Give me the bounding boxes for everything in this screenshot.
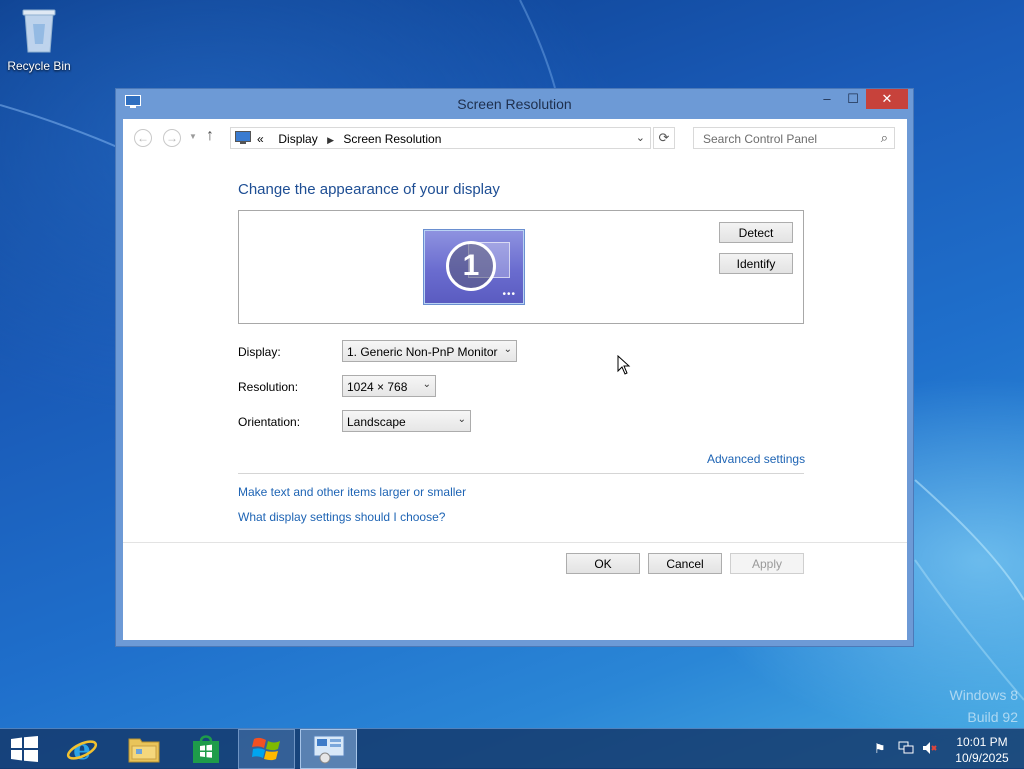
start-icon bbox=[11, 736, 38, 762]
monitor-dots-icon: ••• bbox=[502, 289, 516, 300]
ok-button[interactable]: OK bbox=[566, 553, 640, 574]
title-bar[interactable]: Screen Resolution – ☐ ✕ bbox=[116, 89, 913, 119]
start-button[interactable] bbox=[0, 729, 50, 769]
minimize-icon: – bbox=[823, 91, 831, 106]
breadcrumb-screen-resolution[interactable]: Screen Resolution bbox=[343, 132, 441, 146]
chevron-down-icon: ⌄ bbox=[503, 344, 512, 355]
control-panel-icon bbox=[235, 131, 251, 148]
identify-button[interactable]: Identify bbox=[719, 253, 793, 274]
clock-time: 10:01 PM bbox=[956, 735, 1008, 749]
address-dropdown-icon[interactable]: ⌄ bbox=[636, 131, 645, 144]
taskbar-internet-explorer[interactable]: e bbox=[56, 729, 108, 769]
chevron-down-icon: ⌄ bbox=[422, 379, 431, 390]
taskbar-control-panel[interactable] bbox=[300, 729, 357, 769]
display-select-value: 1. Generic Non-PnP Monitor bbox=[347, 345, 498, 359]
recycle-bin-label: Recycle Bin bbox=[7, 59, 71, 73]
content-divider bbox=[238, 473, 804, 474]
monitor-1-tile[interactable]: 1 ••• bbox=[423, 229, 525, 305]
clock-date: 10/9/2025 bbox=[955, 751, 1009, 765]
close-button[interactable]: ✕ bbox=[866, 89, 908, 109]
monitor-arrangement-panel: 1 ••• Detect Identify bbox=[238, 210, 804, 324]
taskbar-file-explorer[interactable] bbox=[118, 729, 170, 769]
close-icon: ✕ bbox=[881, 91, 893, 106]
page-title: Change the appearance of your display bbox=[238, 181, 500, 198]
display-select[interactable]: 1. Generic Non-PnP Monitor ⌄ bbox=[342, 340, 517, 362]
footer-divider bbox=[123, 542, 907, 543]
navigation-bar: ← → ▼ ↑ « Display ▶ Screen Resolution ⌄ … bbox=[123, 119, 907, 156]
back-arrow-icon: ← bbox=[137, 131, 149, 145]
breadcrumb-display[interactable]: Display bbox=[278, 132, 317, 146]
internet-explorer-icon: e bbox=[66, 733, 98, 765]
forward-arrow-icon: → bbox=[166, 131, 178, 145]
windows-7-icon bbox=[252, 737, 280, 761]
apply-button[interactable]: Apply bbox=[730, 553, 804, 574]
recent-pages-dropdown[interactable]: ▼ bbox=[189, 132, 197, 141]
display-help-link[interactable]: What display settings should I choose? bbox=[238, 510, 445, 524]
os-watermark: Windows 8 Build 92 bbox=[950, 684, 1018, 728]
cancel-button[interactable]: Cancel bbox=[648, 553, 722, 574]
taskbar: e ⚑ 10:01 PM 10/9/2025 bbox=[0, 728, 1024, 769]
advanced-settings-link[interactable]: Advanced settings bbox=[707, 452, 805, 466]
chevron-down-icon: ▼ bbox=[189, 132, 197, 141]
display-label: Display: bbox=[238, 345, 281, 359]
maximize-button[interactable]: ☐ bbox=[840, 89, 866, 109]
action-center-flag-icon[interactable]: ⚑ bbox=[874, 741, 886, 757]
mouse-cursor-icon bbox=[617, 355, 631, 375]
breadcrumb-overflow[interactable]: « bbox=[257, 132, 264, 146]
minimize-button[interactable]: – bbox=[814, 89, 840, 109]
taskbar-windows-7[interactable] bbox=[238, 729, 295, 769]
search-input[interactable] bbox=[701, 129, 875, 149]
system-clock[interactable]: 10:01 PM 10/9/2025 bbox=[948, 734, 1016, 766]
text-size-link[interactable]: Make text and other items larger or smal… bbox=[238, 485, 466, 499]
recycle-bin-shortcut[interactable]: Recycle Bin bbox=[4, 6, 74, 73]
watermark-line-2: Build 92 bbox=[967, 709, 1018, 725]
breadcrumb-separator-icon[interactable]: ▶ bbox=[321, 135, 340, 145]
orientation-label: Orientation: bbox=[238, 415, 301, 429]
refresh-button[interactable]: ⟳ bbox=[653, 127, 675, 149]
forward-button[interactable]: → bbox=[163, 129, 181, 147]
store-icon bbox=[193, 735, 219, 763]
resolution-select[interactable]: 1024 × 768 ⌄ bbox=[342, 375, 436, 397]
breadcrumb: « Display ▶ Screen Resolution bbox=[257, 132, 441, 146]
search-icon[interactable]: ⌕ bbox=[881, 130, 888, 146]
control-panel-icon bbox=[313, 735, 345, 764]
resolution-select-value: 1024 × 768 bbox=[347, 380, 408, 394]
resolution-label: Resolution: bbox=[238, 380, 299, 394]
search-box[interactable]: ⌕ bbox=[693, 127, 895, 149]
orientation-select[interactable]: Landscape ⌄ bbox=[342, 410, 471, 432]
orientation-select-value: Landscape bbox=[347, 415, 406, 429]
recycle-bin-icon bbox=[22, 9, 56, 53]
up-arrow-icon: ↑ bbox=[206, 127, 214, 144]
up-button[interactable]: ↑ bbox=[206, 127, 214, 145]
maximize-icon: ☐ bbox=[847, 91, 859, 106]
screen-resolution-window: Screen Resolution – ☐ ✕ ← → ▼ ↑ « Displa… bbox=[115, 88, 914, 647]
file-explorer-icon bbox=[128, 738, 160, 763]
window-content: ← → ▼ ↑ « Display ▶ Screen Resolution ⌄ … bbox=[123, 119, 907, 640]
monitor-number: 1 bbox=[446, 241, 496, 291]
volume-muted-icon[interactable] bbox=[922, 741, 938, 758]
chevron-down-icon: ⌄ bbox=[457, 414, 466, 425]
window-title: Screen Resolution bbox=[457, 96, 572, 112]
back-button[interactable]: ← bbox=[134, 129, 152, 147]
svg-text:e: e bbox=[73, 733, 91, 765]
refresh-icon: ⟳ bbox=[658, 130, 670, 145]
address-bar[interactable]: « Display ▶ Screen Resolution ⌄ bbox=[230, 127, 651, 149]
network-icon[interactable] bbox=[898, 741, 914, 758]
detect-button[interactable]: Detect bbox=[719, 222, 793, 243]
watermark-line-1: Windows 8 bbox=[949, 687, 1018, 703]
taskbar-store[interactable] bbox=[180, 729, 232, 769]
